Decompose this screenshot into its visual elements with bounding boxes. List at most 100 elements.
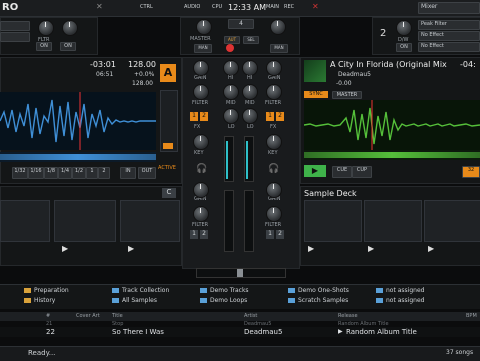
fx-right-slot-2[interactable]: No Effect (418, 31, 480, 41)
rec-indicator[interactable]: REC (284, 4, 294, 10)
deck-c-play-2[interactable]: ▶ (128, 244, 134, 253)
deck-a-loop-1-8[interactable]: 1/8 (44, 167, 58, 179)
deck-a-loop-1-16[interactable]: 1/16 (28, 167, 44, 179)
tempo-value[interactable]: 4 (228, 19, 254, 29)
favorite-item[interactable]: not assigned (376, 287, 460, 296)
mixer-filter-c[interactable] (193, 206, 209, 222)
deck-a-loop-2[interactable]: 2 (98, 167, 110, 179)
fx-left-knob-1[interactable] (38, 20, 54, 36)
booth-knob[interactable] (270, 19, 286, 35)
deck-b-play-button[interactable]: ▶ (304, 165, 326, 177)
mixer-fx-2-c[interactable]: 2 (200, 230, 208, 239)
deck-a-loop-1-4[interactable]: 1/4 (58, 167, 72, 179)
col-artist[interactable]: Artist (244, 313, 257, 319)
mixer-key-b[interactable] (266, 134, 282, 150)
favorite-item[interactable]: Demo One-Shots (288, 287, 372, 296)
man-button[interactable]: MAN (194, 44, 212, 53)
deck-d-play-3[interactable]: ▶ (428, 244, 434, 253)
mixer-lo-a[interactable] (223, 108, 239, 124)
table-row[interactable]: 22 So There I Was Deadmau5 ▶ Random Albu… (0, 327, 480, 337)
col-num[interactable]: # (46, 313, 50, 319)
deck-d-slot-1[interactable] (304, 200, 362, 242)
favorite-item[interactable]: Preparation (24, 287, 108, 296)
deck-c-play-1[interactable]: ▶ (62, 244, 68, 253)
headphones-icon-a[interactable]: 🎧 (196, 164, 207, 174)
mixer-lo-b[interactable] (242, 108, 258, 124)
deck-a-overview[interactable] (0, 152, 156, 162)
deck-a-tempo-handle[interactable] (163, 143, 173, 149)
deck-b-waveform[interactable] (303, 100, 480, 150)
mixer-filter-a[interactable] (193, 84, 209, 100)
mixer-channel-fader-a[interactable] (224, 136, 234, 182)
record-button[interactable] (226, 44, 234, 52)
deck-a-loop-out[interactable]: OUT (138, 167, 156, 179)
deck-a-waveform[interactable] (0, 92, 156, 150)
deck-d-slot-3[interactable] (424, 200, 480, 242)
deck-a-letter[interactable]: A (160, 64, 176, 82)
master-volume-knob[interactable] (196, 19, 212, 35)
mixer-fx-2-a[interactable]: 2 (200, 112, 208, 121)
favorite-item[interactable]: not assigned (376, 297, 460, 306)
man-button-right[interactable]: MAN (270, 44, 288, 53)
favorite-item[interactable]: Demo Tracks (200, 287, 284, 296)
crossfader-handle[interactable] (237, 269, 243, 277)
deck-a-loop-in[interactable]: IN (120, 167, 136, 179)
mixer-gain-c[interactable] (193, 182, 209, 198)
mixer-fx-2-b[interactable]: 2 (276, 112, 284, 121)
mixer-channel-fader-c[interactable] (224, 190, 234, 252)
layout-select[interactable]: Mixer (418, 2, 480, 14)
favorite-item[interactable]: Scratch Samples (288, 297, 372, 306)
mixer-mid-b[interactable] (242, 84, 258, 100)
deck-b-cue[interactable]: CUE (332, 166, 352, 178)
deck-d-slot-2[interactable] (364, 200, 422, 242)
mixer-gain-a[interactable] (193, 60, 209, 76)
col-bpm[interactable]: BPM (466, 313, 477, 319)
mixer-fx-1-a[interactable]: 1 (190, 112, 198, 121)
deck-c-letter[interactable]: C (162, 188, 176, 198)
deck-b-loop-32[interactable]: 32 (462, 166, 480, 178)
deck-b-master[interactable]: MASTER (332, 91, 362, 99)
mixer-hi-a[interactable] (223, 60, 239, 76)
mixer-fx-2-d[interactable]: 2 (276, 230, 284, 239)
fx-right-on[interactable]: ON (396, 43, 412, 52)
fx-left-knob-2[interactable] (62, 20, 78, 36)
deck-b-sync[interactable]: SYNC (304, 91, 328, 98)
fx-left-slot-2[interactable] (0, 32, 30, 42)
deck-a-loop-1[interactable]: 1 (86, 167, 98, 179)
headphones-icon-b[interactable]: 🎧 (268, 164, 279, 174)
mixer-channel-fader-b[interactable] (244, 136, 254, 182)
fx-right-dw-knob[interactable] (396, 20, 412, 36)
mixer-filter-d[interactable] (266, 206, 282, 222)
settings-close-icon[interactable]: ✕ (312, 2, 319, 11)
fx-left-on-1[interactable]: ON (36, 42, 52, 51)
crossfader[interactable] (196, 268, 286, 278)
fx-left-slot-1[interactable] (0, 21, 30, 31)
mixer-mid-a[interactable] (223, 84, 239, 100)
favorite-item[interactable]: Track Collection (112, 287, 196, 296)
fx-right-slot-1[interactable]: Peak Filter (418, 20, 480, 30)
deck-c-slot-1[interactable] (0, 200, 50, 242)
mixer-channel-fader-d[interactable] (244, 190, 254, 252)
deck-d-play-1[interactable]: ▶ (308, 244, 314, 253)
favorite-item[interactable]: History (24, 297, 108, 306)
mixer-key-a[interactable] (193, 134, 209, 150)
mixer-hi-b[interactable] (242, 60, 258, 76)
col-cover-art[interactable]: Cover Art (76, 313, 100, 319)
mixer-fx-1-d[interactable]: 1 (266, 230, 274, 239)
deck-c-slot-2[interactable] (54, 200, 116, 242)
mixer-gain-b[interactable] (266, 60, 282, 76)
deck-d-play-2[interactable]: ▶ (368, 244, 374, 253)
deck-a-tempo-fader[interactable] (160, 90, 178, 152)
deck-a-loop-1-2[interactable]: 1/2 (72, 167, 86, 179)
favorite-item[interactable]: All Samples (112, 297, 196, 306)
favorite-item[interactable]: Demo Loops (200, 297, 284, 306)
mixer-fx-1-b[interactable]: 1 (266, 112, 274, 121)
deck-a-loop-1-32[interactable]: 1/32 (12, 167, 28, 179)
close-icon[interactable]: ✕ (96, 2, 103, 11)
fx-right-slot-3[interactable]: No Effect (418, 42, 480, 52)
deck-b-overview[interactable] (304, 150, 480, 160)
sel-button[interactable]: SEL (243, 36, 259, 44)
deck-b-cup[interactable]: CUP (352, 166, 372, 178)
aut-button[interactable]: AUT (224, 36, 240, 44)
mixer-fx-1-c[interactable]: 1 (190, 230, 198, 239)
